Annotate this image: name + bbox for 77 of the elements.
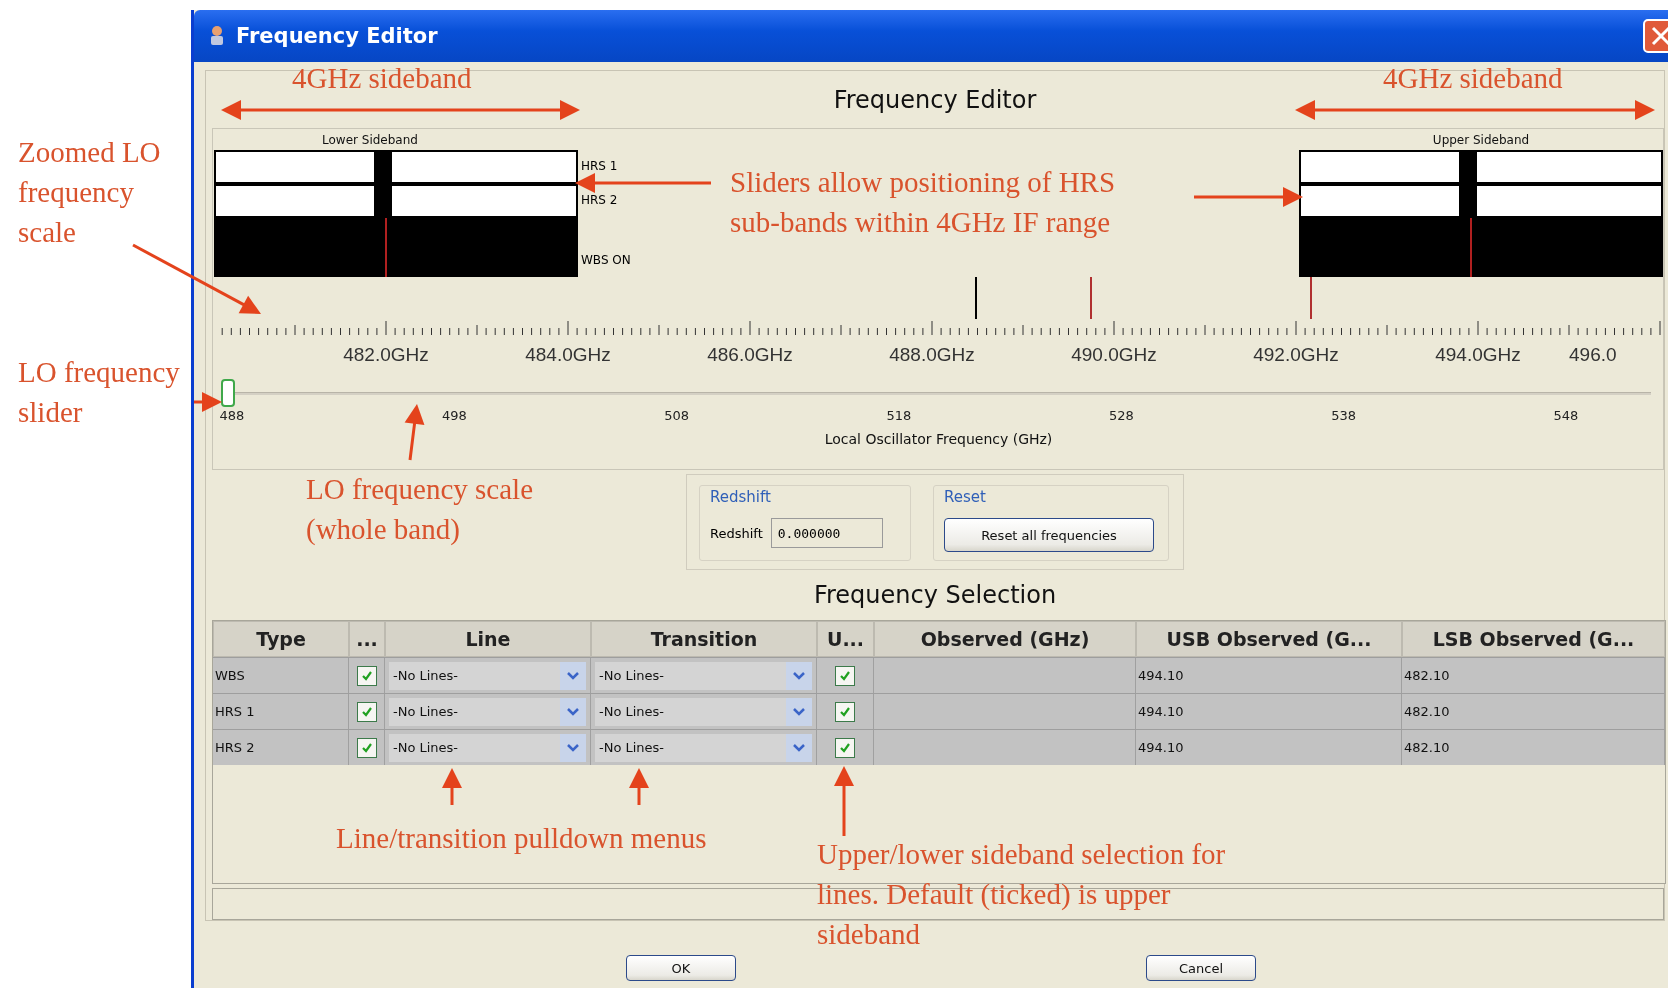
group-title: Redshift xyxy=(710,488,772,508)
slider-thumb[interactable] xyxy=(221,379,235,407)
column-header[interactable]: ... xyxy=(349,621,385,657)
band-label: WBS ON xyxy=(581,252,631,269)
band-label: HRS 2 xyxy=(581,192,619,209)
column-header[interactable]: U... xyxy=(817,621,874,657)
caret-icon xyxy=(792,742,806,753)
slider-label: 528 xyxy=(1108,408,1135,423)
arrow xyxy=(404,404,425,461)
caret-icon xyxy=(566,670,580,681)
column-header[interactable]: Transition xyxy=(591,621,817,657)
column-header[interactable]: Type xyxy=(213,621,349,657)
slider-label: 548 xyxy=(1552,408,1579,423)
scale-label: 488.0GHz xyxy=(888,344,976,366)
dropdown[interactable]: -No Lines- xyxy=(389,733,586,762)
scale-label: 494.0GHz xyxy=(1434,344,1522,366)
checkbox[interactable] xyxy=(835,701,855,722)
sideband-title: Lower Sideband xyxy=(322,132,418,148)
dropdown[interactable]: -No Lines- xyxy=(595,661,812,690)
ok-button[interactable]: OK xyxy=(626,955,736,981)
scale-label: 482.0GHz xyxy=(342,344,430,366)
column-header[interactable]: Observed (GHz) xyxy=(874,621,1136,657)
annotation: 4GHz sideband xyxy=(1383,61,1563,96)
column-header[interactable]: Line xyxy=(385,621,591,657)
annotation: Line/transition pulldown menus xyxy=(336,821,707,856)
checkbox[interactable] xyxy=(356,737,377,758)
scale-label: 486.0GHz xyxy=(706,344,794,366)
panel-heading: Frequency Editor xyxy=(833,85,1037,114)
scale-label: 492.0GHz xyxy=(1252,344,1340,366)
caret-icon xyxy=(792,670,806,681)
cancel-button[interactable]: Cancel xyxy=(1146,955,1256,981)
arrow xyxy=(194,392,222,412)
group-title: Reset xyxy=(944,488,987,508)
annotation: Zoomed LO frequency scale xyxy=(18,135,162,250)
dropdown[interactable]: -No Lines- xyxy=(595,733,812,762)
scale-label: 484.0GHz xyxy=(524,344,612,366)
app-icon xyxy=(208,25,226,47)
caret-icon xyxy=(566,742,580,753)
field-label: Redshift xyxy=(710,525,763,541)
column-header[interactable]: USB Observed (G... xyxy=(1136,621,1402,657)
caret-icon xyxy=(792,706,806,717)
annotation: LO frequency scale (whole band) xyxy=(306,472,535,547)
arrow xyxy=(629,768,649,805)
reset-button[interactable]: Reset all frequencies xyxy=(944,518,1154,552)
annotation: Upper/lower sideband selection for lines. Default (ticked) is upper sideband xyxy=(817,837,1227,952)
table-row[interactable]: WBS -No Lines- -No Lines- 494.10 482.10 xyxy=(213,657,1665,693)
sideband-slider-drawing[interactable] xyxy=(214,150,578,277)
slider-label: 508 xyxy=(663,408,690,423)
arrow xyxy=(442,768,462,805)
table-row[interactable]: HRS 2 -No Lines- -No Lines- 494.10 482.10 xyxy=(213,729,1665,765)
checkbox[interactable] xyxy=(356,665,377,686)
dropdown[interactable]: -No Lines- xyxy=(595,697,812,726)
section-heading: Frequency Selection xyxy=(813,581,1057,609)
axis-title: Local Oscillator Frequency (GHz) xyxy=(824,431,1053,447)
scale-label: 496.0 xyxy=(1569,344,1617,366)
sideband-title: Upper Sideband xyxy=(1432,132,1530,148)
slider-label: 538 xyxy=(1330,408,1357,423)
annotation: Sliders allow positioning of HRS sub-bands within 4GHz IF range xyxy=(730,165,1117,240)
dropdown[interactable]: -No Lines- xyxy=(389,697,586,726)
sideband-slider-drawing[interactable] xyxy=(1299,150,1663,277)
column-header[interactable]: LSB Observed (G... xyxy=(1402,621,1665,657)
checkbox[interactable] xyxy=(835,737,855,758)
arrow xyxy=(834,766,854,836)
annotation: 4GHz sideband xyxy=(292,61,472,96)
checkbox[interactable] xyxy=(835,665,855,686)
window-title: Frequency Editor xyxy=(236,24,439,48)
slider-label: 518 xyxy=(886,408,912,423)
caret-icon xyxy=(566,706,580,717)
slider-label: 488 xyxy=(219,408,245,423)
checkbox[interactable] xyxy=(356,701,377,722)
band-label: HRS 1 xyxy=(581,158,619,175)
slider-label: 498 xyxy=(441,408,468,423)
scale-label: 490.0GHz xyxy=(1070,344,1158,366)
annotation: LO frequency slider xyxy=(18,355,181,430)
table-row[interactable]: HRS 1 -No Lines- -No Lines- 494.10 482.10 xyxy=(213,693,1665,729)
dropdown[interactable]: -No Lines- xyxy=(389,661,586,690)
redshift-field[interactable]: 0.000000 xyxy=(770,518,883,548)
